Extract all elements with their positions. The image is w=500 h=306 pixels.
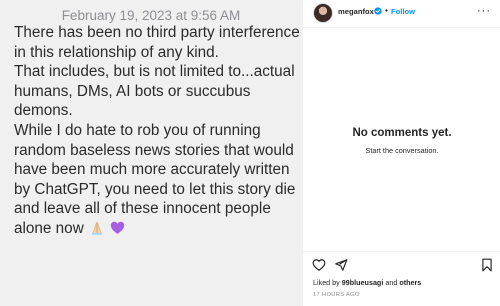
username-link[interactable]: meganfox (338, 7, 374, 16)
bookmark-icon[interactable] (481, 258, 493, 272)
verified-badge-icon (374, 7, 382, 15)
post-line: demons. (14, 102, 73, 120)
post-line: in this relationship of any kind. (14, 43, 219, 61)
post-line: humans, DMs, AI bots or succubus (14, 82, 251, 100)
post-line: While I do hate to rob you of running (14, 121, 261, 139)
post-line-last: alone now (14, 219, 302, 239)
purple-heart-icon (111, 221, 125, 234)
separator-dot: • (385, 6, 388, 15)
post-image: February 19, 2023 at 9:56 AM There has b… (0, 0, 302, 306)
post-line: random baseless news stories that would (14, 141, 294, 159)
start-conversation-text: Start the conversation. (365, 146, 439, 155)
post-line: have been much more accurately written (14, 161, 290, 179)
post-timestamp: 17 HOURS AGO (313, 292, 360, 298)
more-options-icon[interactable]: ··· (477, 5, 491, 17)
likes-prefix: Liked by (313, 278, 342, 287)
post-line: That includes, but is not limited to...a… (14, 63, 295, 81)
post-header: meganfox • Follow ··· (303, 0, 500, 28)
divider (303, 251, 500, 252)
share-icon[interactable] (334, 258, 348, 272)
post-line: and leave all of these innocent people (14, 200, 271, 218)
post-date: February 19, 2023 at 9:56 AM (61, 8, 241, 23)
liked-by-user-link[interactable]: 99blueusagi (342, 278, 384, 287)
likes-middle: and (383, 278, 400, 287)
likes-text: Liked by 99blueusagi and others (313, 278, 421, 287)
post-line: There has been no third party interferen… (14, 24, 300, 41)
post-line: by ChatGPT, you need to let this story d… (14, 180, 296, 198)
praying-hands-icon (91, 222, 103, 235)
no-comments-title: No comments yet. (352, 127, 452, 139)
post-text: There has been no third party interferen… (14, 23, 302, 239)
liked-by-others-link[interactable]: others (399, 278, 421, 287)
follow-button[interactable]: Follow (391, 7, 415, 16)
heart-icon[interactable] (312, 258, 326, 272)
post-line: alone now (14, 219, 84, 237)
comments-panel: meganfox • Follow ··· No comments yet. S… (302, 0, 500, 306)
avatar[interactable] (313, 3, 333, 23)
